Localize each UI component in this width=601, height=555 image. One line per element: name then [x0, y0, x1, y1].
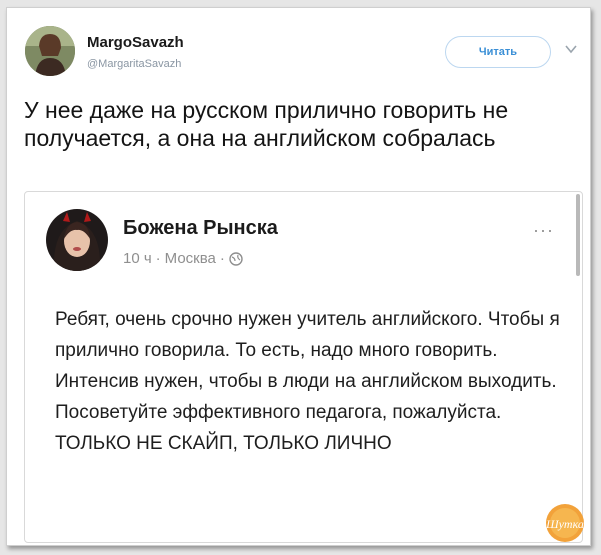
avatar-image	[25, 26, 75, 76]
more-options-icon: ···	[533, 220, 554, 240]
scrollbar	[576, 194, 580, 276]
globe-icon	[229, 251, 243, 266]
post-location: Москва	[164, 250, 216, 267]
post-time: 10 ч	[123, 250, 152, 267]
post-author-name: Божена Рынска	[123, 217, 278, 239]
author-handle[interactable]: @MargaritaSavazh	[87, 58, 181, 70]
post-meta-separator: ·	[219, 250, 225, 267]
author-name[interactable]: MargoSavazh	[87, 34, 184, 51]
watermark-logo: Шутка	[545, 504, 584, 542]
embedded-image[interactable]: Божена Рынска 10 ч · Москва · ··· Ребят,…	[24, 191, 583, 543]
svg-text:Шутка: Шутка	[545, 517, 584, 531]
post-meta: 10 ч · Москва ·	[123, 250, 243, 267]
post-avatar	[46, 209, 108, 271]
post-avatar-image	[46, 209, 108, 271]
avatar[interactable]	[25, 26, 75, 76]
follow-button[interactable]: Читать	[445, 36, 551, 68]
post-text: Ребят, очень срочно нужен учитель англий…	[55, 309, 560, 454]
follow-button-label: Читать	[478, 46, 518, 58]
chevron-down-icon[interactable]	[564, 42, 578, 56]
tweet-card: MargoSavazh @MargaritaSavazh Читать У не…	[6, 7, 591, 546]
tweet-text: У нее даже на русском прилично говорить …	[24, 97, 509, 151]
post-meta-separator: ·	[155, 250, 161, 267]
